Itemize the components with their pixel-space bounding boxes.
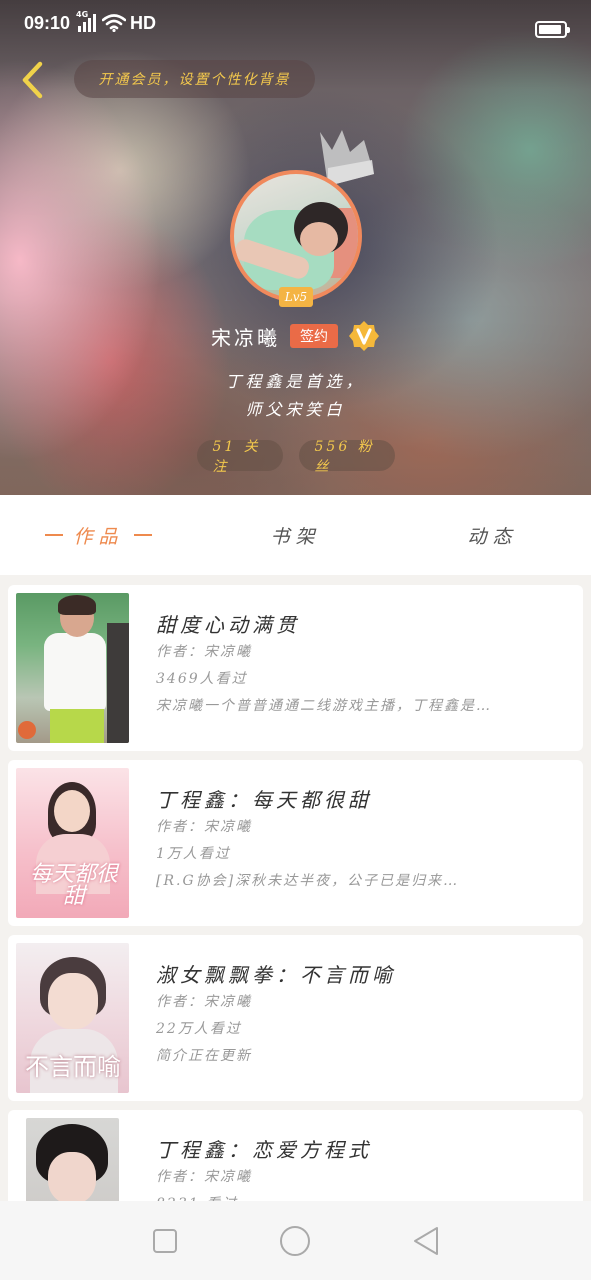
level-badge: Lv5 [279,287,313,307]
status-bar: 09:10 4G HD [0,0,591,46]
stats-row: 51 关注 556 粉丝 [0,439,591,475]
home-icon [280,1225,311,1256]
cover-title-text: 每天都很甜 [29,862,118,909]
system-nav-bar [0,1201,591,1280]
tab-bookshelf[interactable]: 书架 [197,495,394,575]
work-author: 作者：宋凉曦 [156,994,252,1010]
book-cover: 不言而喻 [16,943,129,1093]
signal-icon: 4G [76,10,97,32]
work-card[interactable]: 甜度心动满贯 作者：宋凉曦 3469人看过 宋凉曦一个普普通通二线游戏主播，丁程… [8,585,583,751]
bio-line-1: 丁程鑫是首选， [225,372,366,391]
tab-works[interactable]: 作品 [0,495,197,575]
user-bio: 丁程鑫是首选， 师父宋笑白 [0,368,591,424]
work-description: 简介正在更新 [156,1048,252,1064]
status-time: 09:10 [24,12,71,33]
home-button[interactable] [275,1221,315,1261]
work-title: 甜度心动满贯 [156,613,300,637]
work-views: 3469人看过 [156,671,248,687]
back-icon [413,1226,438,1255]
name-row: 宋凉曦 签约 [0,318,591,354]
cover-title-text: 不言而喻 [25,1053,121,1081]
tab-indicator-right [133,534,152,536]
work-card[interactable]: 不言而喻 淑女飘飘拳：不言而喻 作者：宋凉曦 22万人看过 简介正在更新 [8,935,583,1101]
vip-background-banner[interactable]: 开通会员，设置个性化背景 [74,60,315,98]
profile-tabs: 作品 书架 动态 [0,495,591,575]
tab-works-label: 作品 [73,525,124,548]
avatar[interactable] [230,170,362,302]
work-author: 作者：宋凉曦 [156,819,252,835]
work-title: 丁程鑫：每天都很甜 [156,788,372,812]
book-cover [16,593,129,743]
user-name: 宋凉曦 [211,325,280,350]
hd-label: HD [130,12,157,33]
work-description: [R.G协会]深秋未达半夜，公子已是归来… [156,873,460,889]
work-description: 宋凉曦一个普普通通二线游戏主播，丁程鑫是… [156,698,492,714]
bio-line-2: 师父宋笑白 [245,400,346,419]
recent-apps-button[interactable] [145,1221,185,1261]
chevron-left-icon [22,61,43,99]
profile-header: 09:10 4G HD 开通会员，设置个性化背景 Lv5 宋凉曦 签约 丁程鑫是… [0,0,591,495]
work-card[interactable]: 丁程鑫：恋爱方程式 作者：宋凉曦 8231 看过 [8,1110,583,1201]
back-nav-button[interactable] [406,1221,446,1261]
network-type-label: 4G [76,10,89,19]
tab-activity[interactable]: 动态 [394,495,591,575]
signed-author-badge: 签约 [290,324,338,348]
work-views: 22万人看过 [156,1021,242,1037]
vip-icon [349,321,379,351]
work-author: 作者：宋凉曦 [156,644,252,660]
battery-icon [535,21,570,38]
works-list[interactable]: 甜度心动满贯 作者：宋凉曦 3469人看过 宋凉曦一个普普通通二线游戏主播，丁程… [8,585,583,1201]
wifi-icon [102,14,127,32]
work-title: 丁程鑫：恋爱方程式 [156,1138,372,1162]
tab-indicator-left [45,534,64,536]
book-cover [26,1118,119,1201]
book-cover: 每天都很甜 [16,768,129,918]
work-views: 1万人看过 [156,846,231,862]
back-button[interactable] [12,56,52,104]
work-title: 淑女飘飘拳：不言而喻 [156,963,396,987]
following-count-button[interactable]: 51 关注 [196,439,283,475]
fans-count-button[interactable]: 556 粉丝 [298,439,395,475]
work-views: 8231 看过 [156,1193,238,1201]
tab-activity-label: 动态 [467,525,518,548]
work-author: 作者：宋凉曦 [156,1169,252,1185]
work-card[interactable]: 每天都很甜 丁程鑫：每天都很甜 作者：宋凉曦 1万人看过 [R.G协会]深秋未达… [8,760,583,926]
recent-apps-icon [153,1228,178,1253]
tab-bookshelf-label: 书架 [270,525,321,548]
